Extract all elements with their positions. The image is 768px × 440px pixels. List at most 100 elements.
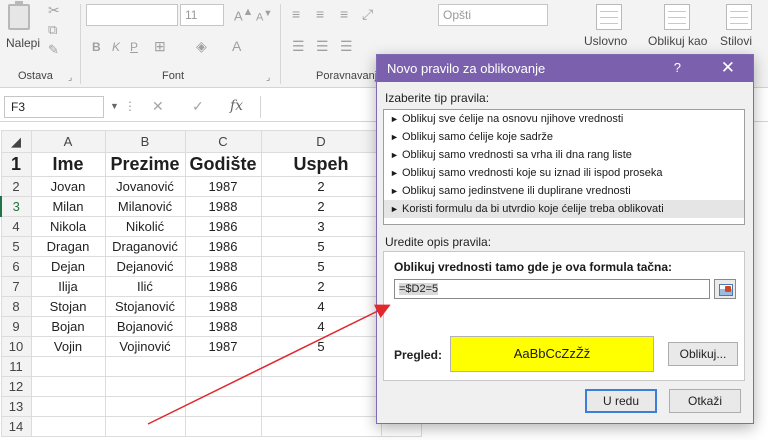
empty-cell[interactable] [104, 356, 186, 377]
paste-icon[interactable] [8, 1, 30, 30]
row-header[interactable]: 10 [0, 336, 32, 357]
name-box[interactable]: F3 [4, 96, 104, 118]
bold-button[interactable]: B [92, 40, 101, 54]
data-cell[interactable]: Dejan [30, 256, 106, 277]
data-cell[interactable]: 1987 [184, 176, 262, 197]
align-center-icon[interactable]: ☰ [316, 38, 329, 55]
font-launcher-icon[interactable]: ⌟ [266, 72, 270, 83]
data-cell[interactable]: Bojanović [104, 316, 186, 337]
data-cell[interactable]: Milan [30, 196, 106, 217]
data-cell[interactable]: Milanović [104, 196, 186, 217]
conditional-formatting-button[interactable]: Uslovno [584, 34, 627, 48]
empty-cell[interactable] [260, 416, 382, 437]
rule-type-item[interactable]: ► Oblikuj samo ćelije koje sadrže [384, 128, 744, 146]
data-cell[interactable]: 1987 [184, 336, 262, 357]
confirm-edit-icon[interactable]: ✓ [192, 98, 204, 115]
data-cell[interactable]: Nikolić [104, 216, 186, 237]
row-header[interactable]: 5 [0, 236, 32, 257]
select-all-corner[interactable]: ◢ [0, 130, 32, 153]
row-header[interactable]: 13 [0, 396, 32, 417]
rule-type-item[interactable]: ► Oblikuj samo jedinstvene ili duplirane … [384, 182, 744, 200]
resize-handle-icon[interactable]: ⋮ [124, 99, 136, 113]
cell-styles-button[interactable]: Stilovi [720, 34, 752, 48]
number-format-box[interactable]: Opšti [438, 4, 548, 26]
ok-button[interactable]: U redu [585, 389, 657, 413]
data-cell[interactable]: 5 [260, 336, 382, 357]
format-as-table-button[interactable]: Oblikuj kao [648, 34, 707, 48]
align-left-icon[interactable]: ☰ [292, 38, 305, 55]
fill-color-icon[interactable]: ◈ [196, 38, 207, 55]
column-title-cell[interactable]: Godište [184, 152, 262, 177]
data-cell[interactable]: 5 [260, 256, 382, 277]
borders-icon[interactable]: ⊞ [154, 38, 166, 55]
empty-cell[interactable] [184, 396, 262, 417]
rule-type-item[interactable]: ► Koristi formulu da bi utvrdio koje ćeli… [384, 200, 744, 218]
align-bottom-icon[interactable]: ≡ [340, 6, 348, 22]
underline-button[interactable]: P [130, 40, 138, 54]
data-cell[interactable]: 4 [260, 296, 382, 317]
empty-cell[interactable] [260, 396, 382, 417]
column-header[interactable]: C [184, 130, 262, 153]
data-cell[interactable]: 2 [260, 196, 382, 217]
data-cell[interactable]: 5 [260, 236, 382, 257]
data-cell[interactable]: Vojin [30, 336, 106, 357]
cancel-button[interactable]: Otkaži [669, 389, 741, 413]
column-header[interactable]: B [104, 130, 186, 153]
insert-function-icon[interactable]: fx [230, 98, 243, 114]
data-cell[interactable]: 1988 [184, 296, 262, 317]
empty-cell[interactable] [260, 356, 382, 377]
format-button[interactable]: Oblikuj... [668, 342, 738, 366]
empty-cell[interactable] [260, 376, 382, 397]
data-cell[interactable]: Ilić [104, 276, 186, 297]
rule-type-list[interactable]: ► Oblikuj sve ćelije na osnovu njihove vr… [383, 109, 745, 225]
data-cell[interactable]: 1988 [184, 316, 262, 337]
row-header[interactable]: 6 [0, 256, 32, 277]
data-cell[interactable]: Stojan [30, 296, 106, 317]
format-painter-icon[interactable]: ✎ [48, 42, 59, 58]
row-header[interactable]: 14 [0, 416, 32, 437]
empty-cell[interactable] [30, 376, 106, 397]
grow-font-icon[interactable]: A▲ [234, 6, 253, 23]
data-cell[interactable]: Ilija [30, 276, 106, 297]
orientation-icon[interactable]: ⤢ [362, 6, 373, 23]
dialog-title-bar[interactable]: Novo pravilo za oblikovanje ? ✕ [377, 55, 753, 82]
row-header[interactable]: 1 [0, 152, 32, 177]
data-cell[interactable]: Draganović [104, 236, 186, 257]
data-cell[interactable]: Stojanović [104, 296, 186, 317]
italic-button[interactable]: K [112, 40, 120, 54]
row-header[interactable]: 4 [0, 216, 32, 237]
data-cell[interactable]: 1986 [184, 216, 262, 237]
empty-cell[interactable] [104, 376, 186, 397]
align-top-icon[interactable]: ≡ [292, 6, 300, 22]
font-name-box[interactable] [86, 4, 178, 26]
empty-cell[interactable] [184, 356, 262, 377]
empty-cell[interactable] [30, 416, 106, 437]
shrink-font-icon[interactable]: A▼ [256, 8, 272, 24]
paste-button[interactable]: Nalepi [6, 36, 40, 50]
rule-type-item[interactable]: ► Oblikuj sve ćelije na osnovu njihove vr… [384, 110, 744, 128]
conditional-formatting-icon[interactable] [596, 4, 622, 30]
rule-type-item[interactable]: ► Oblikuj samo vrednosti koje su iznad il… [384, 164, 744, 182]
row-header[interactable]: 3 [0, 196, 32, 217]
column-header[interactable]: D [260, 130, 382, 153]
data-cell[interactable]: 3 [260, 216, 382, 237]
row-header[interactable]: 9 [0, 316, 32, 337]
data-cell[interactable]: Bojan [30, 316, 106, 337]
font-color-icon[interactable]: A [232, 38, 241, 54]
data-cell[interactable]: 1986 [184, 236, 262, 257]
row-header[interactable]: 2 [0, 176, 32, 197]
empty-cell[interactable] [104, 416, 186, 437]
empty-cell[interactable] [184, 416, 262, 437]
data-cell[interactable]: 1988 [184, 196, 262, 217]
empty-cell[interactable] [30, 396, 106, 417]
align-right-icon[interactable]: ☰ [340, 38, 353, 55]
data-cell[interactable]: 2 [260, 176, 382, 197]
help-button[interactable]: ? [674, 60, 681, 75]
data-cell[interactable]: 4 [260, 316, 382, 337]
data-cell[interactable]: Nikola [30, 216, 106, 237]
data-cell[interactable]: Dragan [30, 236, 106, 257]
empty-cell[interactable] [104, 396, 186, 417]
empty-cell[interactable] [184, 376, 262, 397]
formula-field[interactable]: =$D2=5 [394, 279, 710, 299]
collapse-dialog-icon[interactable] [714, 279, 736, 299]
